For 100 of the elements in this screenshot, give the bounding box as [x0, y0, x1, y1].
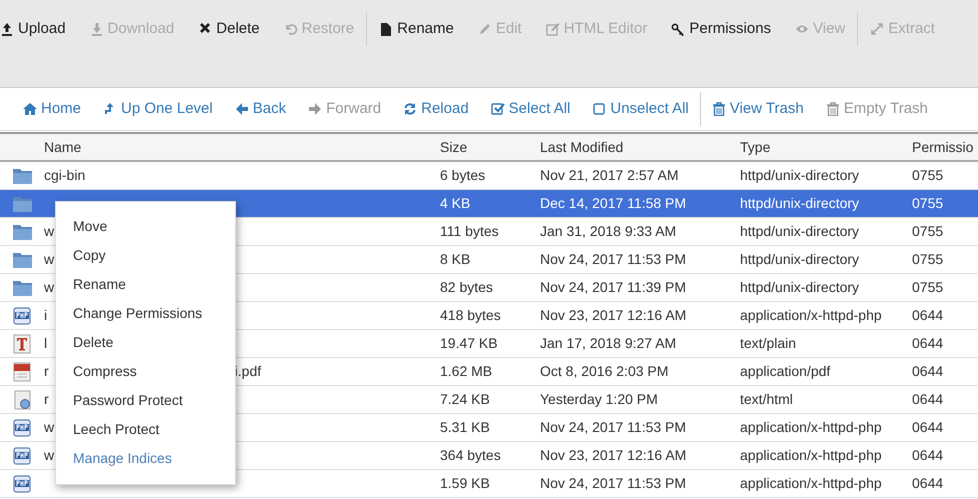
table-cell-text: 0644 [912, 334, 944, 353]
file-name: i.pdf [234, 362, 262, 381]
table-cell-text: Nov 24, 2017 11:53 PM [540, 418, 688, 437]
column-header[interactable]: Size [440, 136, 540, 158]
table-cell-text: 0644 [912, 362, 944, 381]
table-cell-text: Yesterday 1:20 PM [540, 390, 659, 409]
table-cell-text: 8 KB [440, 250, 472, 269]
file-name: w [44, 418, 54, 437]
toolbar-button[interactable]: Unselect All [581, 98, 700, 120]
upload-icon [0, 22, 14, 36]
table-cell-text: application/x-httpd-php [740, 418, 883, 437]
table-cell-text: Nov 23, 2017 12:16 AM [540, 306, 688, 325]
php-file-icon [12, 418, 32, 438]
toolbar-button[interactable]: Rename [367, 18, 466, 40]
table-cell-text: Jan 31, 2018 9:33 AM [540, 222, 678, 241]
table-cell-text: 0644 [912, 446, 944, 465]
reload-icon [403, 102, 418, 116]
file-name: w [44, 222, 54, 241]
table-cell-text: Nov 24, 2017 11:39 PM [540, 278, 688, 297]
toolbar-button[interactable]: Reload [392, 98, 480, 120]
table-cell-text: 1.59 KB [440, 474, 491, 493]
table-cell-text: Nov 23, 2017 12:16 AM [540, 446, 688, 465]
toolbar-button[interactable]: Home [12, 98, 92, 120]
table-cell-text: httpd/unix-directory [740, 278, 860, 297]
column-header[interactable]: Name [44, 136, 440, 158]
column-header[interactable]: Type [740, 136, 912, 158]
table-cell-text: 6 bytes [440, 166, 486, 185]
table-cell-text: application/x-httpd-php [740, 474, 883, 493]
toolbar-button[interactable]: Upload [0, 18, 78, 40]
trash-icon [712, 102, 726, 116]
text-file-icon [12, 334, 32, 354]
menu-item[interactable]: Compress [56, 356, 143, 385]
checkbox-checked-icon [490, 102, 505, 116]
file-name: r [44, 362, 49, 381]
table-cell-text: 0755 [912, 250, 944, 269]
table-cell-text: httpd/unix-directory [740, 166, 860, 185]
key-icon [671, 22, 686, 36]
menu-item[interactable]: Password Protect [56, 385, 189, 414]
close-icon [198, 22, 212, 36]
table-cell-text: 0644 [912, 306, 944, 325]
toolbar-button[interactable]: Up One Level [92, 98, 224, 120]
menu-item[interactable]: Leech Protect [56, 414, 166, 443]
toolbar-button[interactable]: Select All [480, 98, 582, 120]
download-icon [90, 22, 104, 36]
trash-icon [826, 102, 840, 116]
toolbar-button[interactable]: Back [224, 98, 298, 120]
table-cell-text: application/x-httpd-php [740, 306, 883, 325]
table-cell-text: 19.47 KB [440, 334, 499, 353]
right-arrow-icon [308, 102, 322, 116]
file-name: i [44, 306, 48, 325]
table-cell-text: 5.31 KB [440, 418, 491, 437]
table-cell-text: 0755 [912, 222, 944, 241]
web-file-icon [12, 390, 32, 410]
table-cell-text: httpd/unix-directory [740, 194, 860, 213]
file-name: cgi-bin [44, 166, 86, 185]
table-cell-text: 364 bytes [440, 446, 502, 465]
pdf-file-icon [12, 362, 32, 382]
php-file-icon [12, 474, 32, 494]
php-file-icon [12, 446, 32, 466]
table-cell-text: 0755 [912, 278, 944, 297]
file-name: w [44, 250, 54, 269]
table-cell-text: Nov 24, 2017 11:53 PM [540, 474, 688, 493]
table-cell-text: Dec 14, 2017 11:58 PM [540, 194, 688, 213]
toolbar-button[interactable]: Delete [186, 18, 272, 40]
expand-icon [870, 22, 884, 36]
toolbar-button[interactable]: Permissions [659, 18, 784, 40]
table-cell-text: application/x-httpd-php [740, 446, 883, 465]
undo-icon [284, 22, 298, 36]
table-cell-text: text/html [740, 390, 794, 409]
column-header[interactable]: Last Modified [540, 136, 740, 158]
table-cell-text: 0755 [912, 194, 944, 213]
left-arrow-icon [234, 102, 249, 116]
file-icon [379, 22, 394, 36]
table-cell-text: Nov 24, 2017 11:53 PM [540, 250, 688, 269]
table-cell-text: 418 bytes [440, 306, 502, 325]
table-cell-text: 7.24 KB [440, 390, 491, 409]
menu-item[interactable]: Delete [56, 327, 120, 356]
table-cell-text: Jan 17, 2018 9:27 AM [540, 334, 678, 353]
table-cell-text: httpd/unix-directory [740, 250, 860, 269]
php-file-icon [12, 306, 32, 326]
file-name: w [44, 446, 54, 465]
file-name: l [44, 334, 48, 353]
home-icon [23, 102, 37, 116]
pencil-icon [478, 22, 492, 36]
file-name: r [44, 390, 49, 409]
table-cell-text: Nov 21, 2017 2:57 AM [540, 166, 680, 185]
table-cell-text: 0644 [912, 474, 944, 493]
table-cell-text: Oct 8, 2016 2:03 PM [540, 362, 670, 381]
table-cell-text: application/pdf [740, 362, 832, 381]
table-cell-text: 0644 [912, 418, 944, 437]
column-header[interactable]: Permissio [912, 136, 978, 158]
table-cell-text: 0755 [912, 166, 944, 185]
table-cell-text: 0644 [912, 390, 944, 409]
toolbar-button[interactable]: View Trash [700, 98, 815, 120]
table-cell-text: text/plain [740, 334, 798, 353]
table-cell-text: 111 bytes [440, 222, 500, 241]
table-cell-text: httpd/unix-directory [740, 222, 860, 241]
table-cell-text: 4 KB [440, 194, 472, 213]
checkbox-icon [592, 102, 606, 116]
menu-item[interactable]: Manage Indices [56, 443, 178, 472]
